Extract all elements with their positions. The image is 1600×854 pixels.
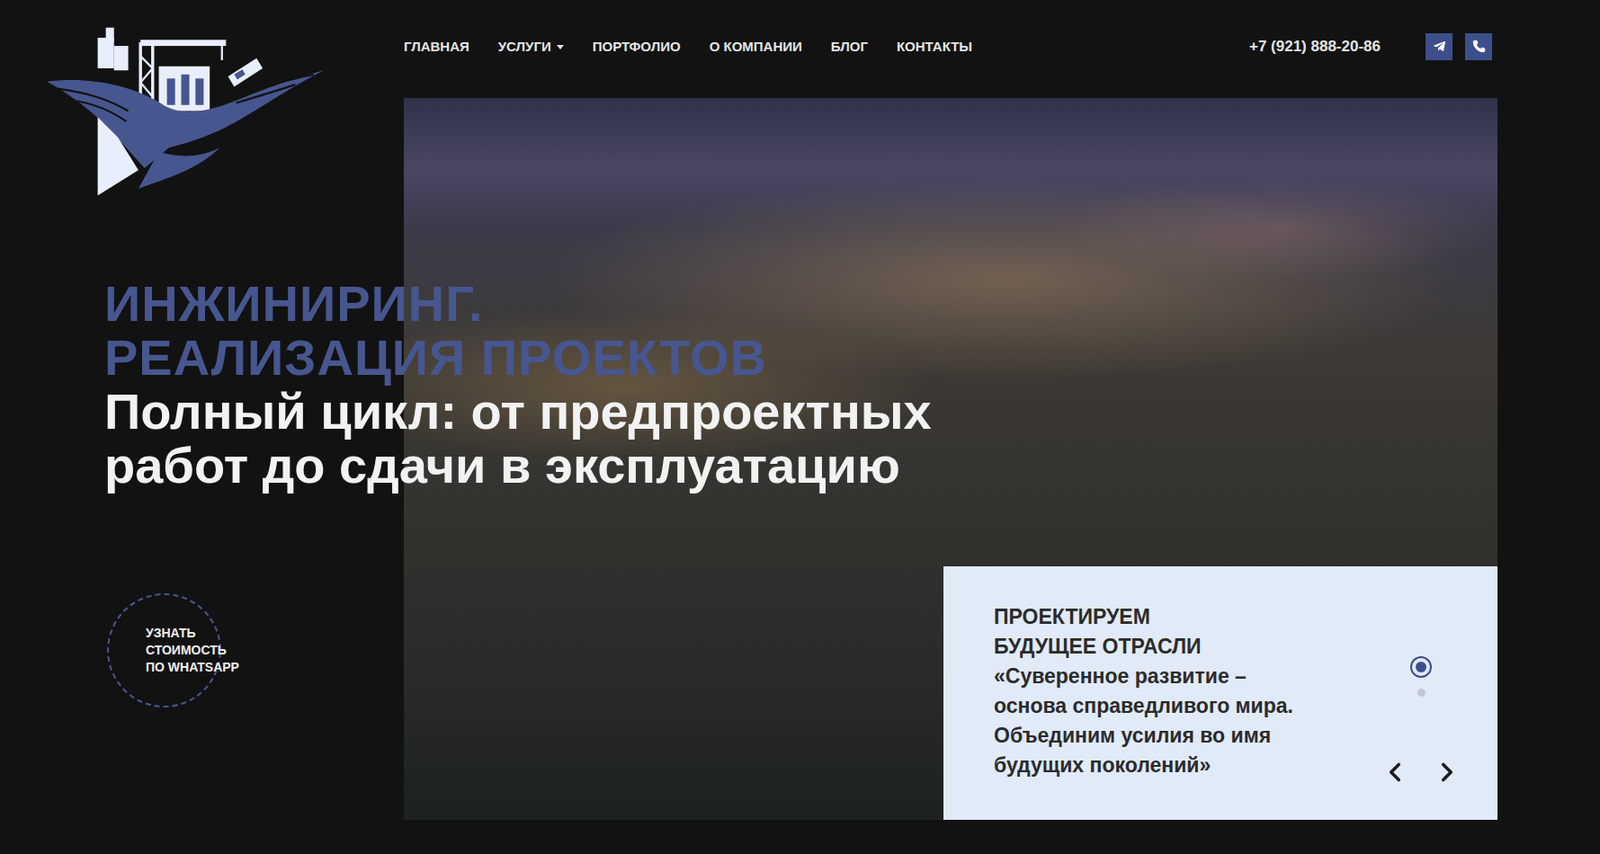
nav-item[interactable]: УСЛУГИ: [498, 38, 564, 54]
slider-arrows: [1379, 757, 1463, 788]
hero-image: ПРОЕКТИРУЕМБУДУЩЕЕ ОТРАСЛИ«Суверенное ра…: [403, 98, 1498, 821]
slider-dot[interactable]: [1410, 656, 1432, 679]
nav-item[interactable]: О КОМПАНИИ: [709, 38, 803, 54]
chevron-right-icon: [1431, 757, 1463, 788]
phone-icon: [1472, 39, 1486, 54]
slide-text: ПРОЕКТИРУЕМБУДУЩЕЕ ОТРАСЛИ«Суверенное ра…: [993, 602, 1372, 788]
phone-number[interactable]: +7 (921) 888-20-86: [1249, 37, 1381, 56]
dropdown-caret-icon: [556, 44, 564, 50]
logo[interactable]: [46, 25, 324, 197]
slide-quote: основа справедливого мира.: [993, 691, 1372, 722]
nav-item[interactable]: ПОРТФОЛИО: [592, 38, 681, 54]
prev-button[interactable]: [1379, 757, 1411, 788]
next-button[interactable]: [1431, 757, 1463, 788]
slider-dot[interactable]: [1417, 688, 1426, 698]
slide-title: ПРОЕКТИРУЕМ: [993, 602, 1372, 633]
right-column: ГЛАВНАЯ УСЛУГИ ПОРТФОЛИО О КОМПАНИИ БЛОГ КОНТ…: [403, 0, 1498, 854]
slide-title: БУДУЩЕЕ ОТРАСЛИ: [993, 632, 1372, 662]
logo-bird-icon: [46, 70, 324, 196]
whatsapp-cta-button[interactable]: УЗНАТЬСТОИМОСТЬПО WHATSAPP: [107, 593, 222, 708]
subheadline-line: Полный цикл: от предпроектных: [104, 384, 932, 439]
telegram-button[interactable]: [1425, 33, 1453, 61]
slide-quote: Объединим усилия во имя: [993, 721, 1372, 751]
slide-card: ПРОЕКТИРУЕМБУДУЩЕЕ ОТРАСЛИ«Суверенное ра…: [943, 566, 1498, 821]
top-bar: ГЛАВНАЯ УСЛУГИ ПОРТФОЛИО О КОМПАНИИ БЛОГ КОНТ…: [403, 0, 1498, 99]
headline-line: РЕАЛИЗАЦИЯ ПРОЕКТОВ: [104, 330, 932, 385]
hero-headline: ИНЖИНИРИНГ.РЕАЛИЗАЦИЯ ПРОЕКТОВПолный цик…: [104, 277, 932, 493]
call-button[interactable]: [1465, 33, 1493, 61]
nav-item[interactable]: ГЛАВНАЯ: [403, 38, 470, 54]
headline-line: ИНЖИНИРИНГ.: [104, 277, 932, 331]
slider-dots: [1410, 656, 1432, 698]
subheadline-line: работ до сдачи в эксплуатацию: [104, 438, 932, 493]
slide-quote: будущих поколений»: [993, 750, 1372, 781]
slide-quote: «Суверенное развитие –: [993, 661, 1372, 692]
left-column: УЗНАТЬСТОИМОСТЬПО WHATSAPP: [0, 0, 404, 854]
nav-item[interactable]: БЛОГ: [831, 38, 868, 54]
slider-controls: [1371, 602, 1471, 788]
chevron-left-icon: [1379, 757, 1411, 788]
nav-item[interactable]: КОНТАКТЫ: [896, 38, 973, 54]
telegram-icon: [1432, 39, 1447, 54]
page: УЗНАТЬСТОИМОСТЬПО WHATSAPP ГЛАВНАЯ УСЛУГИ П…: [0, 0, 1600, 854]
main-nav: ГЛАВНАЯ УСЛУГИ ПОРТФОЛИО О КОМПАНИИ БЛОГ КОНТ…: [403, 38, 1250, 54]
